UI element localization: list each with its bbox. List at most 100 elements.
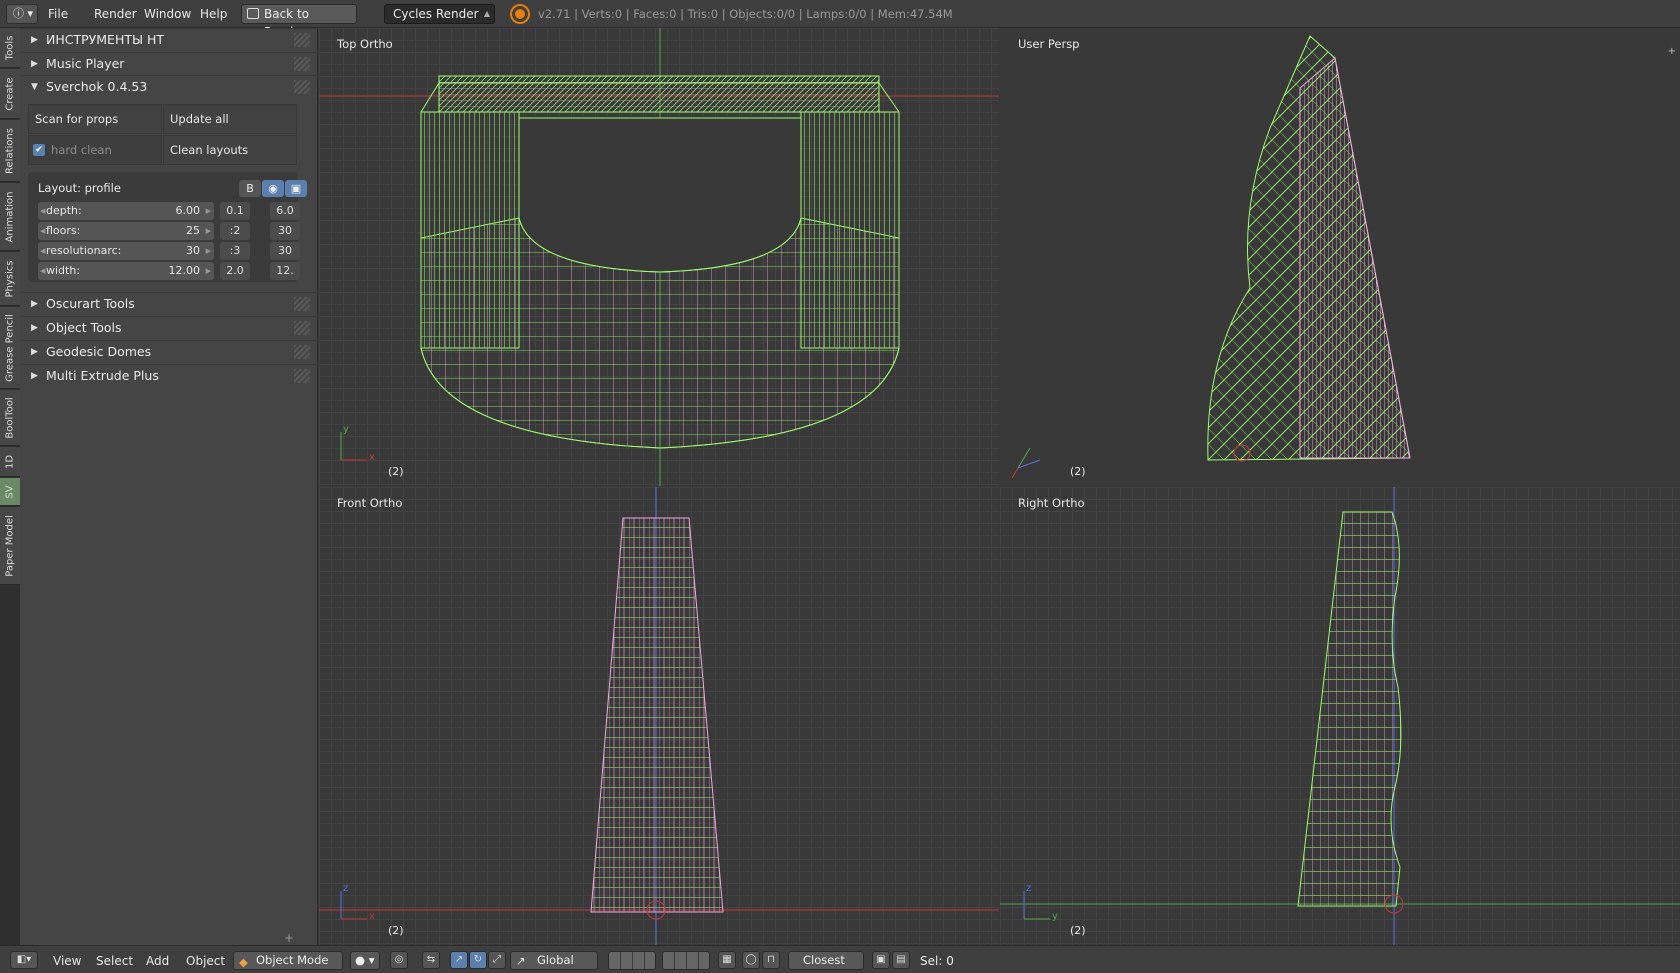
lock-camera-layers-icon[interactable]: ▦ xyxy=(718,951,736,969)
prop-floors-min[interactable]: :2 xyxy=(220,222,250,240)
drag-grip-icon[interactable] xyxy=(294,297,310,311)
update-all-button[interactable]: Update all xyxy=(163,104,297,134)
tab-physics[interactable]: Physics xyxy=(0,252,20,306)
eye-icon[interactable]: ◉ xyxy=(262,180,284,197)
bake-b-button[interactable]: B xyxy=(239,180,261,197)
menu-view[interactable]: View xyxy=(53,954,81,968)
menu-select[interactable]: Select xyxy=(96,954,133,968)
pivot-point-icon[interactable]: ◎ xyxy=(390,951,408,969)
right-arrow-icon: ▶ xyxy=(205,247,211,255)
menu-add[interactable]: Add xyxy=(146,954,169,968)
render-engine-value: Cycles Render xyxy=(393,7,479,21)
tab-animation[interactable]: Animation xyxy=(0,183,20,251)
screen-back-icon xyxy=(247,8,259,19)
prop-resolutionarc[interactable]: ◀ resolutionarc: 30 ▶ xyxy=(38,242,214,260)
cube-icon: ◆ xyxy=(239,955,248,969)
prop-resolutionarc-max[interactable]: 30 xyxy=(270,242,300,260)
selection-count: Sel: 0 xyxy=(920,954,954,968)
layer-buttons-group-1[interactable] xyxy=(608,951,656,970)
tab-grease-pencil[interactable]: Grease Pencil xyxy=(0,307,20,389)
render-engine-select[interactable]: Cycles Render ▲▼ xyxy=(384,4,495,36)
tab-booltool-label: BoolTool xyxy=(4,396,16,439)
panel-sverchok[interactable]: ▼ Sverchok 0.4.53 xyxy=(20,75,318,97)
expand-triangle-icon: ▶ xyxy=(31,347,38,357)
clean-layouts-button[interactable]: Clean layouts xyxy=(163,135,297,165)
tab-1d[interactable]: 1D xyxy=(0,447,20,477)
z-gizmo xyxy=(1017,459,1041,469)
viewport-top-ortho[interactable]: y x Top Ortho (2) xyxy=(319,28,999,486)
hard-clean-checkbox[interactable]: ✔ xyxy=(33,144,45,156)
front-ortho-canvas: z x xyxy=(319,487,999,945)
tab-relations-label: Relations xyxy=(4,127,16,174)
transform-orientation-value: Global xyxy=(537,953,574,967)
layer-buttons-group-2[interactable] xyxy=(662,951,710,970)
add-region-plus-icon[interactable]: + xyxy=(284,931,294,945)
viewport-right-ortho[interactable]: z y Right Ortho (2) xyxy=(1000,487,1680,945)
render-image-icon[interactable]: ▣ xyxy=(872,951,890,969)
menu-object[interactable]: Object xyxy=(186,954,225,968)
render-animation-icon[interactable]: ▤ xyxy=(892,951,910,969)
drag-grip-icon[interactable] xyxy=(294,33,310,47)
tab-create-label: Create xyxy=(4,76,16,111)
panel-geodesic-domes[interactable]: ▶ Geodesic Domes xyxy=(20,340,318,362)
tab-booltool[interactable]: BoolTool xyxy=(0,390,20,446)
snap-toggle-icon[interactable]: ⊓ xyxy=(762,951,780,969)
drag-grip-icon[interactable] xyxy=(294,57,310,71)
scale-manipulator-icon[interactable]: ⤢ xyxy=(488,951,506,969)
drag-grip-icon[interactable] xyxy=(294,345,310,359)
menu-file[interactable]: File xyxy=(48,7,68,21)
editor-type-info-icon[interactable]: ⓘ ▾ xyxy=(6,4,38,24)
back-to-previous-button[interactable]: Back to Previous xyxy=(241,4,357,39)
z-gizmo-label: z xyxy=(1026,883,1031,894)
prop-depth-max[interactable]: 6.0 xyxy=(270,202,300,220)
panel-sverchok-label: Sverchok 0.4.53 xyxy=(46,79,148,94)
drag-grip-icon[interactable] xyxy=(294,321,310,335)
mesh-side-persp xyxy=(1299,57,1411,459)
drag-grip-icon[interactable] xyxy=(294,369,310,383)
tab-tools[interactable]: Tools xyxy=(0,28,20,68)
panel-multi-extrude-label: Multi Extrude Plus xyxy=(46,368,159,383)
menu-window[interactable]: Window xyxy=(144,7,191,21)
panel-oscurart-tools[interactable]: ▶ Oscurart Tools xyxy=(20,292,318,314)
transform-orientation-select[interactable]: ↗ Global xyxy=(510,951,598,970)
drag-grip-icon[interactable] xyxy=(294,80,310,94)
prop-depth-min[interactable]: 0.1 xyxy=(220,202,250,220)
tab-relations[interactable]: Relations xyxy=(0,120,20,182)
tab-sv[interactable]: SV xyxy=(0,478,20,506)
prop-width[interactable]: ◀ width: 12.00 ▶ xyxy=(38,262,214,280)
proportional-editing-icon[interactable]: ◯ xyxy=(742,951,760,969)
prop-resolutionarc-value: 30 xyxy=(186,244,200,257)
manipulator-toggle-icon[interactable]: ⇆ xyxy=(422,951,440,969)
panel-geodesic-label: Geodesic Domes xyxy=(46,344,152,359)
panel-instrumenty[interactable]: ▶ ИНСТРУМЕНТЫ НТ xyxy=(20,28,318,50)
left-arrow-icon: ◀ xyxy=(40,207,46,215)
prop-floors-max[interactable]: 30 xyxy=(270,222,300,240)
menu-help[interactable]: Help xyxy=(200,7,227,21)
panel-object-tools[interactable]: ▶ Object Tools xyxy=(20,316,318,338)
tab-paper-model[interactable]: Paper Model xyxy=(0,507,20,585)
viewport-front-ortho[interactable]: z x Front Ortho (2) xyxy=(319,487,999,945)
snap-target-select[interactable]: Closest xyxy=(788,951,864,970)
prop-depth[interactable]: ◀ depth: 6.00 ▶ xyxy=(38,202,214,220)
prop-floors[interactable]: ◀ floors: 25 ▶ xyxy=(38,222,214,240)
viewport-split-plus-icon[interactable]: + xyxy=(1668,46,1676,57)
panel-music-player[interactable]: ▶ Music Player xyxy=(20,52,318,74)
prop-width-min[interactable]: 2.0 xyxy=(220,262,250,280)
editor-type-3d-view-icon[interactable]: ◧▾ xyxy=(10,951,38,969)
translate-manipulator-icon[interactable]: ↗ xyxy=(450,951,468,969)
panel-multi-extrude-plus[interactable]: ▶ Multi Extrude Plus xyxy=(20,364,318,386)
orientation-icon: ↗ xyxy=(516,954,526,968)
viewport-user-persp[interactable]: User Persp (2) + xyxy=(1000,28,1680,486)
prop-resolutionarc-min[interactable]: :3 xyxy=(220,242,250,260)
info-header: ⓘ ▾ File Render Window Help Back to Prev… xyxy=(0,0,1680,39)
viewport-shading-select[interactable]: ● ▾ xyxy=(350,951,380,970)
hard-clean-row[interactable]: ✔ hard clean xyxy=(28,135,162,165)
interaction-mode-select[interactable]: ◆ Object Mode xyxy=(233,951,343,970)
lock-icon[interactable]: ▣ xyxy=(285,180,307,197)
menu-render[interactable]: Render xyxy=(94,7,137,21)
prop-width-max[interactable]: 12. xyxy=(270,262,300,280)
tab-create[interactable]: Create xyxy=(0,69,20,119)
y-gizmo xyxy=(1017,447,1031,469)
rotate-manipulator-icon[interactable]: ↻ xyxy=(469,951,487,969)
scan-for-props-button[interactable]: Scan for props xyxy=(28,104,162,134)
